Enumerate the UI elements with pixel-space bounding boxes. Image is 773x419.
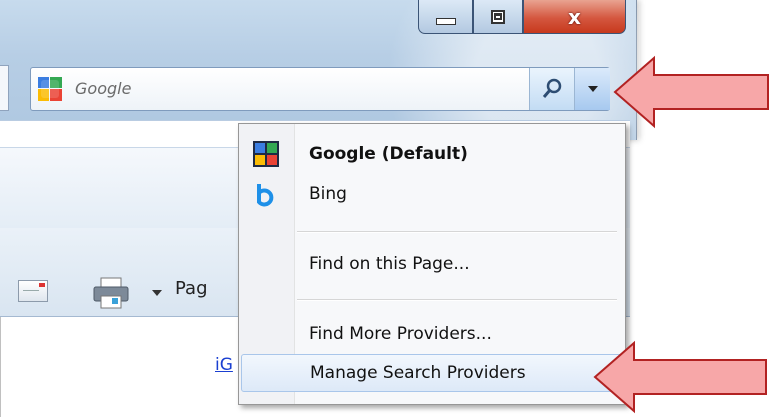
menu-item-label: Find More Providers... bbox=[309, 324, 492, 344]
menu-item-find-more-providers[interactable]: Find More Providers... bbox=[241, 316, 623, 352]
page-menu-label[interactable]: Pag bbox=[175, 278, 208, 299]
search-button[interactable] bbox=[529, 68, 574, 110]
menu-item-google-default[interactable]: Google (Default) bbox=[241, 136, 623, 172]
minimize-icon bbox=[435, 18, 456, 25]
callout-arrow-bottom bbox=[593, 340, 767, 414]
menu-item-label: Google (Default) bbox=[309, 144, 468, 164]
menu-item-label: Find on this Page... bbox=[309, 254, 470, 274]
maximize-button[interactable] bbox=[473, 0, 523, 34]
minimize-button[interactable] bbox=[418, 0, 473, 34]
menu-item-bing[interactable]: Bing bbox=[241, 176, 623, 212]
print-dropdown-icon[interactable] bbox=[152, 290, 162, 296]
mail-icon[interactable] bbox=[18, 280, 48, 302]
bing-icon bbox=[257, 184, 274, 207]
search-dropdown-button[interactable] bbox=[574, 68, 610, 110]
printer-icon[interactable] bbox=[92, 276, 130, 310]
menu-item-label: Manage Search Providers bbox=[310, 363, 526, 383]
google-icon bbox=[253, 141, 279, 167]
close-button[interactable]: x bbox=[523, 0, 626, 34]
chevron-down-icon bbox=[587, 86, 598, 92]
browser-chrome: x Google bbox=[0, 0, 640, 140]
menu-item-label: Bing bbox=[309, 184, 347, 204]
menu-separator bbox=[297, 231, 617, 233]
address-bar-edge[interactable] bbox=[0, 65, 9, 111]
window-caption-buttons: x bbox=[418, 0, 626, 40]
close-icon: x bbox=[568, 4, 581, 29]
menu-item-manage-search-providers[interactable]: Manage Search Providers bbox=[241, 354, 623, 392]
restore-icon bbox=[491, 9, 505, 24]
search-input[interactable]: Google bbox=[75, 79, 131, 98]
magnifier-icon bbox=[542, 78, 562, 98]
search-providers-menu: Google (Default) Bing Find on this Page.… bbox=[238, 123, 626, 405]
menu-separator bbox=[297, 299, 617, 301]
content-link[interactable]: iG bbox=[215, 355, 233, 375]
callout-arrow-top bbox=[613, 55, 769, 129]
google-icon[interactable] bbox=[38, 77, 62, 101]
search-box[interactable]: Google bbox=[30, 67, 610, 111]
menu-item-find-on-page[interactable]: Find on this Page... bbox=[241, 246, 623, 282]
